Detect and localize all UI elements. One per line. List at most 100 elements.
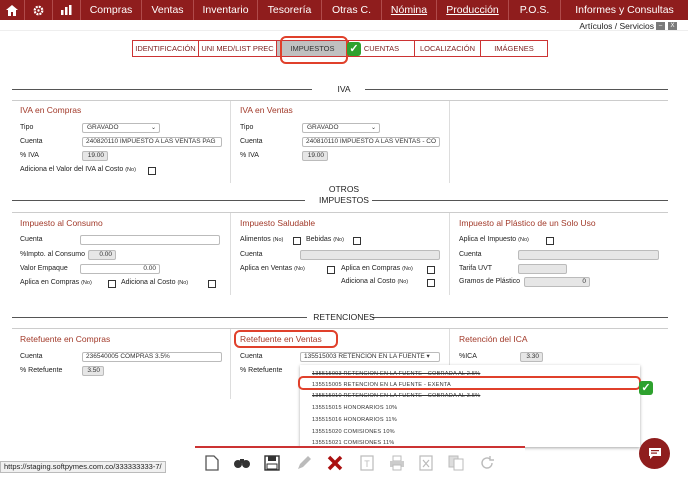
- adiciona-iva-checkbox[interactable]: [148, 167, 156, 175]
- saludable-aplica-ventas-checkbox[interactable]: [327, 266, 335, 274]
- nav-compras[interactable]: Compras: [81, 0, 142, 20]
- refresh-icon[interactable]: [478, 455, 496, 474]
- gramos-input[interactable]: 0: [524, 277, 590, 287]
- select-value: GRAVADO: [307, 124, 339, 131]
- iva-compras-cuenta-input[interactable]: 240820110 IMPUESTO A LAS VENTAS PAG: [82, 137, 222, 147]
- check-icon: ✓: [347, 42, 361, 56]
- gear-icon[interactable]: [25, 0, 53, 20]
- nav-produccion[interactable]: Producción: [437, 0, 509, 20]
- window-subbar: Artículos / Servicios – X: [0, 20, 688, 31]
- iva-compras-tipo-select[interactable]: GRAVADO ⌄: [82, 123, 160, 133]
- ica-percent-input[interactable]: 3.30: [520, 352, 543, 362]
- tab-uni-med[interactable]: UNI MED/LIST PREC: [199, 41, 277, 56]
- cuenta-label: Cuenta: [20, 138, 43, 145]
- top-nav: Compras Ventas Inventario Tesorería Otra…: [0, 0, 688, 20]
- tarifa-uvt-label: Tarifa UVT: [459, 265, 493, 272]
- alimentos-checkbox[interactable]: [293, 237, 301, 245]
- iva-ventas-cuenta-input[interactable]: 240810110 IMPUESTO A LAS VENTAS - CO: [302, 137, 440, 147]
- delete-icon[interactable]: [326, 455, 344, 474]
- save-icon[interactable]: [263, 455, 281, 474]
- saludable-aplica-compras-checkbox[interactable]: [427, 266, 435, 274]
- divider: [12, 212, 668, 213]
- consumo-percent-input[interactable]: 0.00: [88, 250, 116, 260]
- chevron-down-icon: ⌄: [150, 125, 156, 131]
- dropdown-option[interactable]: 135515015 HONORARIOS 10%: [312, 405, 397, 411]
- plastico-aplica-checkbox[interactable]: [546, 237, 554, 245]
- divider: [230, 213, 231, 295]
- pencil-icon[interactable]: [295, 455, 313, 474]
- close-button[interactable]: X: [668, 22, 677, 30]
- saludable-title: Impuesto Saludable: [240, 218, 316, 228]
- binoculars-icon[interactable]: [233, 455, 251, 472]
- chat-button[interactable]: [639, 438, 670, 469]
- cuenta-label: Cuenta: [20, 236, 43, 243]
- tipo-label: Tipo: [240, 124, 254, 131]
- divider: [230, 101, 231, 183]
- tab-localizacion[interactable]: LOCALIZACIÓN: [415, 41, 481, 56]
- chevron-down-icon: ⌄: [370, 125, 376, 131]
- nav-otras[interactable]: Otras C.: [322, 0, 382, 20]
- section-iva: IVA: [337, 84, 351, 94]
- nav-informes[interactable]: Informes y Consultas: [561, 0, 688, 20]
- adiciona-costo-label: Adiciona al Costo (No): [341, 278, 409, 285]
- text-icon[interactable]: T: [358, 455, 376, 474]
- retefuente-label: % Retefuente: [20, 367, 63, 374]
- minimize-button[interactable]: –: [656, 22, 665, 30]
- dropdown-option[interactable]: 135515010 RETENCION EN LA FUENTE - COBRA…: [312, 393, 480, 399]
- retefuente-compras-title: Retefuente en Compras: [20, 334, 111, 344]
- home-icon[interactable]: [0, 0, 25, 20]
- adiciona-costo-label: Adiciona al Costo (No): [121, 279, 189, 286]
- window-title: Artículos / Servicios: [579, 21, 654, 31]
- nav-nomina[interactable]: Nómina: [382, 0, 437, 20]
- dropdown-option[interactable]: 135515016 HONORARIOS 11%: [312, 417, 397, 423]
- iva-label: % IVA: [240, 152, 259, 159]
- consumo-adiciona-costo-checkbox[interactable]: [208, 280, 216, 288]
- copy-icon[interactable]: [447, 455, 465, 474]
- bar-chart-icon[interactable]: [53, 0, 81, 20]
- saludable-adiciona-costo-checkbox[interactable]: [427, 279, 435, 287]
- chat-icon: [648, 448, 661, 459]
- aplica-impuesto-label: Aplica el Impuesto (No): [459, 236, 529, 243]
- plastico-cuenta-input[interactable]: [518, 250, 659, 260]
- iva-ventas-tipo-select[interactable]: GRAVADO ⌄: [302, 123, 380, 133]
- retefuente-ventas-cuenta-select[interactable]: 135515003 RETENCION EN LA FUENTE ▾: [300, 352, 440, 362]
- aplica-compras-label: Aplica en Compras (No): [20, 279, 92, 286]
- iva-compras-title: IVA en Compras: [20, 105, 82, 115]
- iva-compras-percent-input[interactable]: 19.00: [82, 151, 108, 161]
- retefuente-compras-percent-input[interactable]: 3.50: [82, 366, 104, 376]
- aplica-ventas-label: Aplica en Ventas (No): [240, 265, 305, 272]
- tipo-label: Tipo: [20, 124, 34, 131]
- dropdown-option[interactable]: 135515020 COMISIONES 10%: [312, 429, 395, 435]
- excel-icon[interactable]: [417, 455, 435, 474]
- annotation-highlight-title: [234, 330, 338, 348]
- cuenta-label: Cuenta: [20, 353, 43, 360]
- gramos-label: Gramos de Plástico: [459, 278, 521, 285]
- cuenta-label: Cuenta: [240, 353, 263, 360]
- nav-pos[interactable]: P.O.S.: [509, 0, 561, 20]
- divider: [449, 101, 450, 183]
- saludable-cuenta-input[interactable]: [300, 250, 440, 260]
- iva-ventas-percent-input[interactable]: 19.00: [302, 151, 328, 161]
- tab-imagenes[interactable]: IMÁGENES: [481, 41, 547, 56]
- svg-text:T: T: [364, 459, 370, 469]
- consumo-cuenta-input[interactable]: [80, 235, 220, 245]
- nav-ventas[interactable]: Ventas: [142, 0, 194, 20]
- print-icon[interactable]: [388, 455, 406, 474]
- nav-inventario[interactable]: Inventario: [194, 0, 258, 20]
- retefuente-label: % Retefuente: [240, 367, 283, 374]
- retefuente-compras-cuenta-input[interactable]: 236540005 COMPRAS 3.5%: [82, 352, 222, 362]
- impto-consumo-label: %Impto. al Consumo: [20, 251, 85, 258]
- tarifa-uvt-input[interactable]: [518, 264, 567, 274]
- plastico-title: Impuesto al Plástico de un Solo Uso: [459, 218, 596, 228]
- nav-tesoreria[interactable]: Tesorería: [258, 0, 322, 20]
- tab-identificacion[interactable]: IDENTIFICACIÓN: [133, 41, 199, 56]
- divider: [230, 329, 231, 399]
- status-url: https://staging.softpymes.com.co/3333333…: [0, 461, 166, 473]
- bebidas-checkbox[interactable]: [353, 237, 361, 245]
- valor-empaque-input[interactable]: 0.00: [80, 264, 160, 274]
- consumo-aplica-compras-checkbox[interactable]: [108, 280, 116, 288]
- cuenta-label: Cuenta: [459, 251, 482, 258]
- select-value: GRAVADO: [87, 124, 119, 131]
- new-document-icon[interactable]: [203, 455, 221, 474]
- annotation-highlight-option: [298, 376, 641, 390]
